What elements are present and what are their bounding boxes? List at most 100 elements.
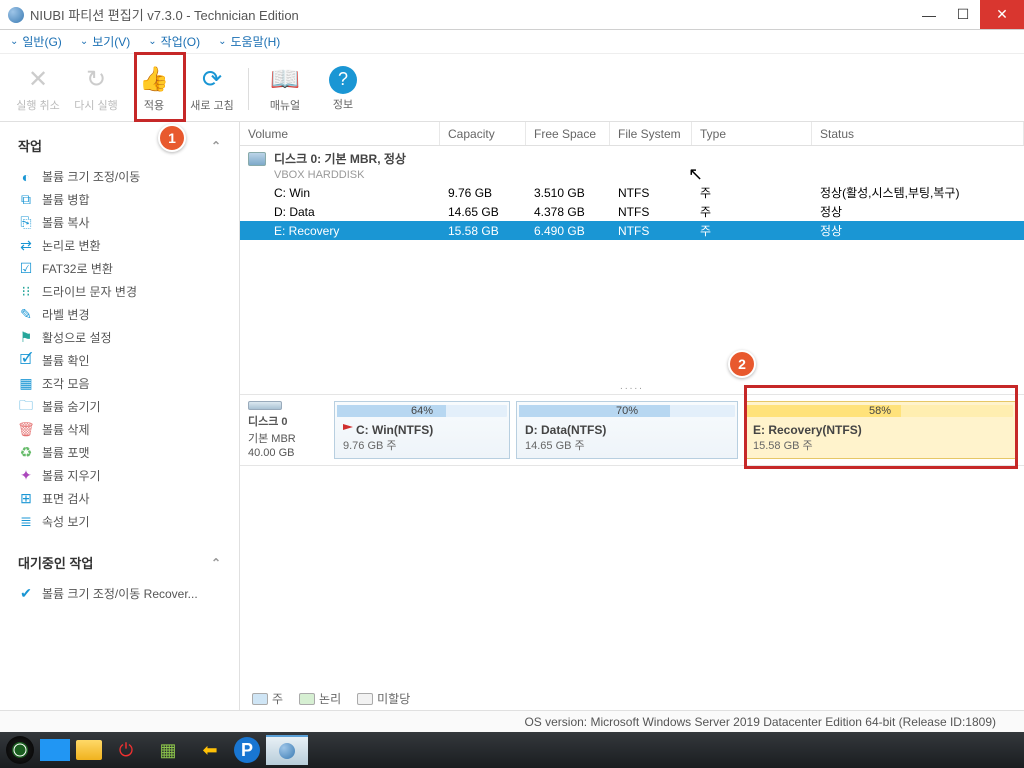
letter-icon: ⁝⁝ (18, 284, 34, 300)
defrag-icon: ▦ (18, 376, 34, 392)
menu-bar: ⌄일반(G) ⌄보기(V) ⌄작업(O) ⌄도움말(H) (0, 30, 1024, 54)
table-header: Volume Capacity Free Space File System T… (240, 122, 1024, 146)
partition-d[interactable]: 70% D: Data(NTFS) 14.65 GB 주 (516, 401, 738, 459)
taskbar-item[interactable] (40, 739, 70, 761)
refresh-button[interactable]: ⟳새로 고침 (186, 59, 238, 119)
format-icon: ♻ (18, 445, 34, 461)
annotation-badge-2: 2 (728, 350, 756, 378)
fat32-icon: ☑ (18, 261, 34, 277)
resize-icon: ◐ (18, 169, 34, 185)
sidebar-item-defrag[interactable]: ▦조각 모음 (4, 372, 235, 395)
legend-logic: 논리 (299, 690, 341, 707)
taskbar: ⏻ ▦ ⬅ P (0, 732, 1024, 768)
chevron-up-icon: ⌃ (211, 556, 221, 570)
main-area: 작업 ⌃ ◐볼륨 크기 조정/이동 ⧉볼륨 병합 ⎘볼륨 복사 ⇄논리로 변환 … (0, 122, 1024, 710)
sidebar-item-props[interactable]: ≣속성 보기 (4, 510, 235, 533)
edit-icon: ✎ (18, 307, 34, 323)
table-row[interactable]: D: Data 14.65 GB 4.378 GB NTFS 주 정상 (240, 202, 1024, 221)
sidebar-pending-items: ✔볼륨 크기 조정/이동 Recover... (4, 578, 235, 619)
convert-icon: ⇄ (18, 238, 34, 254)
sidebar-item-copy[interactable]: ⎘볼륨 복사 (4, 211, 235, 234)
sidebar-item-logical[interactable]: ⇄논리로 변환 (4, 234, 235, 257)
sidebar-item-label[interactable]: ✎라벨 변경 (4, 303, 235, 326)
disk-header[interactable]: 디스크 0: 기본 MBR, 정상 (240, 146, 1024, 171)
undo-button[interactable]: ✕실행 취소 (12, 59, 64, 119)
refresh-icon: ⟳ (197, 65, 227, 95)
status-bar: OS version: Microsoft Windows Server 201… (0, 710, 1024, 732)
disk-map: 디스크 0 기본 MBR 40.00 GB 64% C: Win(NTFS) 9… (240, 394, 1024, 466)
redo-button[interactable]: ↻다시 실행 (70, 59, 122, 119)
sidebar: 작업 ⌃ ◐볼륨 크기 조정/이동 ⧉볼륨 병합 ⎘볼륨 복사 ⇄논리로 변환 … (0, 122, 240, 710)
legend-unalloc: 미할당 (357, 690, 410, 707)
sidebar-item-delete[interactable]: 🗑볼륨 삭제 (4, 418, 235, 441)
th-status[interactable]: Status (812, 122, 1024, 145)
os-version-text: OS version: Microsoft Windows Server 201… (524, 715, 996, 729)
redo-icon: ↻ (81, 65, 111, 95)
props-icon: ≣ (18, 514, 34, 530)
window-title: NIUBI 파티션 편집기 v7.3.0 - Technician Editio… (30, 5, 912, 24)
app-icon (8, 7, 24, 23)
surface-icon: ⊞ (18, 491, 34, 507)
partition-c[interactable]: 64% C: Win(NTFS) 9.76 GB 주 (334, 401, 510, 459)
disk-map-section: 2 ..... 디스크 0 기본 MBR 40.00 GB 64% C: Win… (240, 379, 1024, 710)
legend: 주 논리 미할당 (240, 686, 1024, 710)
disk-info[interactable]: 디스크 0 기본 MBR 40.00 GB (248, 401, 328, 459)
menu-action[interactable]: ⌄작업(O) (148, 33, 200, 50)
table-row-selected[interactable]: E: Recovery 15.58 GB 6.490 GB NTFS 주 정상 (240, 221, 1024, 240)
disk-model: VBOX HARDDISK (240, 169, 1024, 181)
taskbar-app-niubi[interactable] (266, 735, 308, 765)
sidebar-item-check[interactable]: 🗹볼륨 확인 (4, 349, 235, 372)
sidebar-section-pending[interactable]: 대기중인 작업 ⌃ (4, 547, 235, 578)
legend-main: 주 (252, 690, 283, 707)
book-icon: 📖 (270, 65, 300, 95)
taskbar-item[interactable]: ▦ (150, 735, 186, 765)
hide-icon: 🗀 (18, 399, 34, 415)
sidebar-item-hide[interactable]: 🗀볼륨 숨기기 (4, 395, 235, 418)
sidebar-item-active[interactable]: ⚑활성으로 설정 (4, 326, 235, 349)
toolbar: ✕실행 취소 ↻다시 실행 👍적용 ⟳새로 고침 📖매뉴얼 ?정보 (0, 54, 1024, 122)
sidebar-item-resize[interactable]: ◐볼륨 크기 조정/이동 (4, 165, 235, 188)
sidebar-item-surface[interactable]: ⊞표면 검사 (4, 487, 235, 510)
info-button[interactable]: ?정보 (317, 59, 369, 119)
title-bar: NIUBI 파티션 편집기 v7.3.0 - Technician Editio… (0, 0, 1024, 30)
start-button[interactable] (6, 736, 34, 764)
taskbar-explorer[interactable] (76, 740, 102, 760)
flag-icon (343, 424, 353, 434)
sidebar-items: ◐볼륨 크기 조정/이동 ⧉볼륨 병합 ⎘볼륨 복사 ⇄논리로 변환 ☑FAT3… (4, 161, 235, 547)
manual-button[interactable]: 📖매뉴얼 (259, 59, 311, 119)
table-row[interactable]: C: Win 9.76 GB 3.510 GB NTFS 주 정상(활성,시스템… (240, 183, 1024, 202)
menu-help[interactable]: ⌄도움말(H) (218, 33, 280, 50)
taskbar-item[interactable]: ⬅ (192, 735, 228, 765)
sidebar-item-wipe[interactable]: ✦볼륨 지우기 (4, 464, 235, 487)
th-free[interactable]: Free Space (526, 122, 610, 145)
sidebar-section-actions[interactable]: 작업 ⌃ (4, 130, 235, 161)
th-capacity[interactable]: Capacity (440, 122, 526, 145)
check-icon: ✔ (18, 586, 34, 602)
th-fs[interactable]: File System (610, 122, 692, 145)
taskbar-power[interactable]: ⏻ (108, 735, 144, 765)
annotation-badge-1: 1 (158, 124, 186, 152)
sidebar-item-format[interactable]: ♻볼륨 포맷 (4, 441, 235, 464)
sidebar-item-merge[interactable]: ⧉볼륨 병합 (4, 188, 235, 211)
partition-e[interactable]: 58% E: Recovery(NTFS) 15.58 GB 주 (744, 401, 1016, 459)
pending-item-resize[interactable]: ✔볼륨 크기 조정/이동 Recover... (4, 582, 235, 605)
flag-icon: ⚑ (18, 330, 34, 346)
th-type[interactable]: Type (692, 122, 812, 145)
th-volume[interactable]: Volume (240, 122, 440, 145)
minimize-button[interactable]: — (912, 0, 946, 29)
copy-icon: ⎘ (18, 215, 34, 231)
chevron-up-icon: ⌃ (211, 139, 221, 153)
menu-general[interactable]: ⌄일반(G) (10, 33, 62, 50)
thumbs-up-icon: 👍 (139, 65, 169, 95)
check-icon: 🗹 (18, 353, 34, 369)
disk-icon (248, 152, 266, 166)
maximize-button[interactable]: ☐ (946, 0, 980, 29)
menu-view[interactable]: ⌄보기(V) (80, 33, 130, 50)
delete-icon: 🗑 (18, 422, 34, 438)
close-button[interactable]: ✕ (980, 0, 1024, 29)
taskbar-item[interactable]: P (234, 737, 260, 763)
app-icon (279, 743, 295, 759)
apply-button[interactable]: 👍적용 (128, 59, 180, 119)
sidebar-item-fat32[interactable]: ☑FAT32로 변환 (4, 257, 235, 280)
sidebar-item-letter[interactable]: ⁝⁝드라이브 문자 변경 (4, 280, 235, 303)
